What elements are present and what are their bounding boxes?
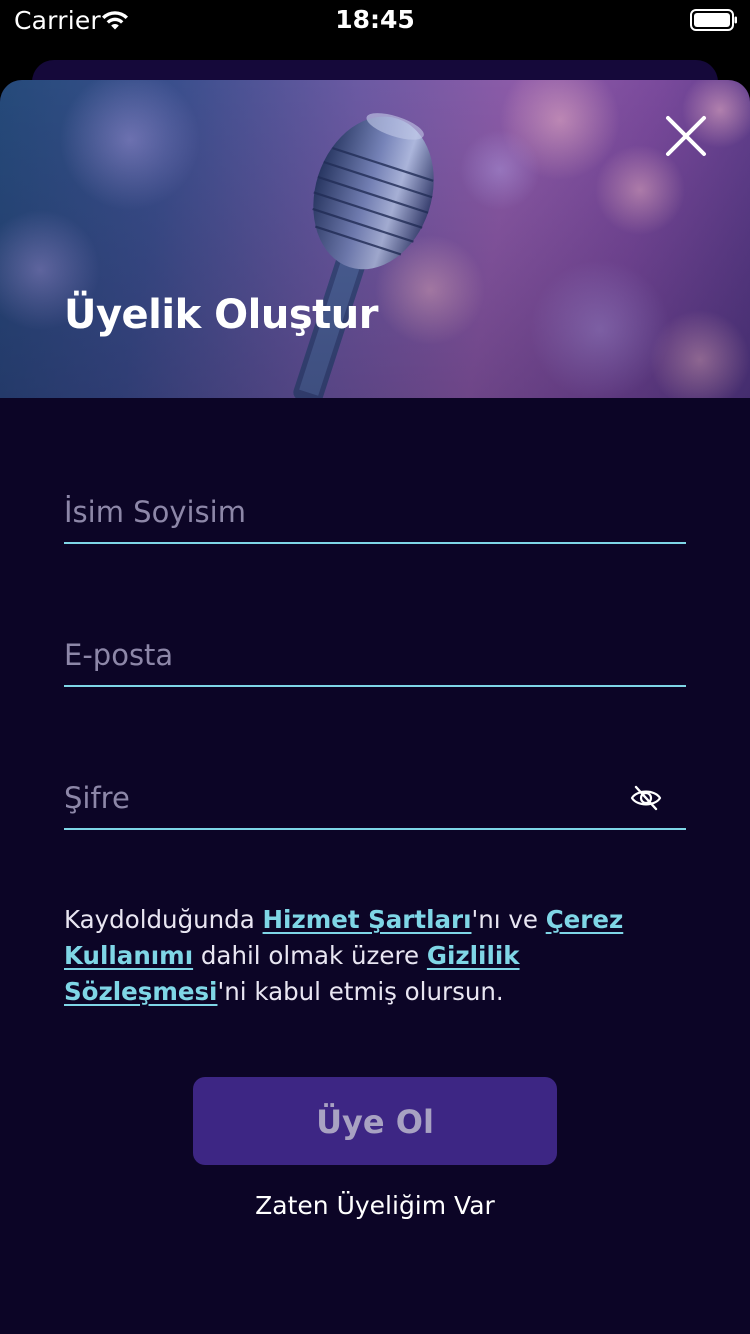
battery-full-icon (690, 9, 737, 31)
password-input[interactable] (64, 772, 624, 824)
page-title: Üyelik Oluştur (64, 292, 378, 338)
name-field (64, 486, 686, 544)
hero-banner: Üyelik Oluştur (0, 80, 750, 398)
signup-button[interactable]: Üye Ol (193, 1077, 557, 1165)
microphone-photo (0, 80, 750, 398)
status-bar: Carrier 18:45 (0, 0, 750, 40)
signup-screen: Carrier 18:45 Üyelik Oluştur İsim Soyisi… (0, 0, 750, 1334)
terms-text-3: dahil olmak üzere (193, 941, 427, 970)
name-input[interactable] (64, 486, 624, 538)
signup-sheet: Üyelik Oluştur Kaydolduğunda Hizmet Şart… (0, 80, 750, 1334)
existing-account-link[interactable]: Zaten Üyeliğim Var (0, 1191, 750, 1220)
clock-label: 18:45 (335, 5, 415, 34)
email-input[interactable] (64, 629, 624, 681)
password-field (64, 772, 686, 830)
terms-text-2: 'nı ve (471, 905, 546, 934)
email-field (64, 629, 686, 687)
eye-slash-icon[interactable] (630, 784, 662, 812)
close-button[interactable] (660, 110, 712, 162)
terms-of-service-link[interactable]: Hizmet Şartları (263, 905, 472, 934)
terms-text-1: Kaydolduğunda (64, 905, 263, 934)
terms-notice: Kaydolduğunda Hizmet Şartları'nı ve Çere… (64, 902, 704, 1010)
terms-text-4: 'ni kabul etmiş olursun. (217, 977, 504, 1006)
